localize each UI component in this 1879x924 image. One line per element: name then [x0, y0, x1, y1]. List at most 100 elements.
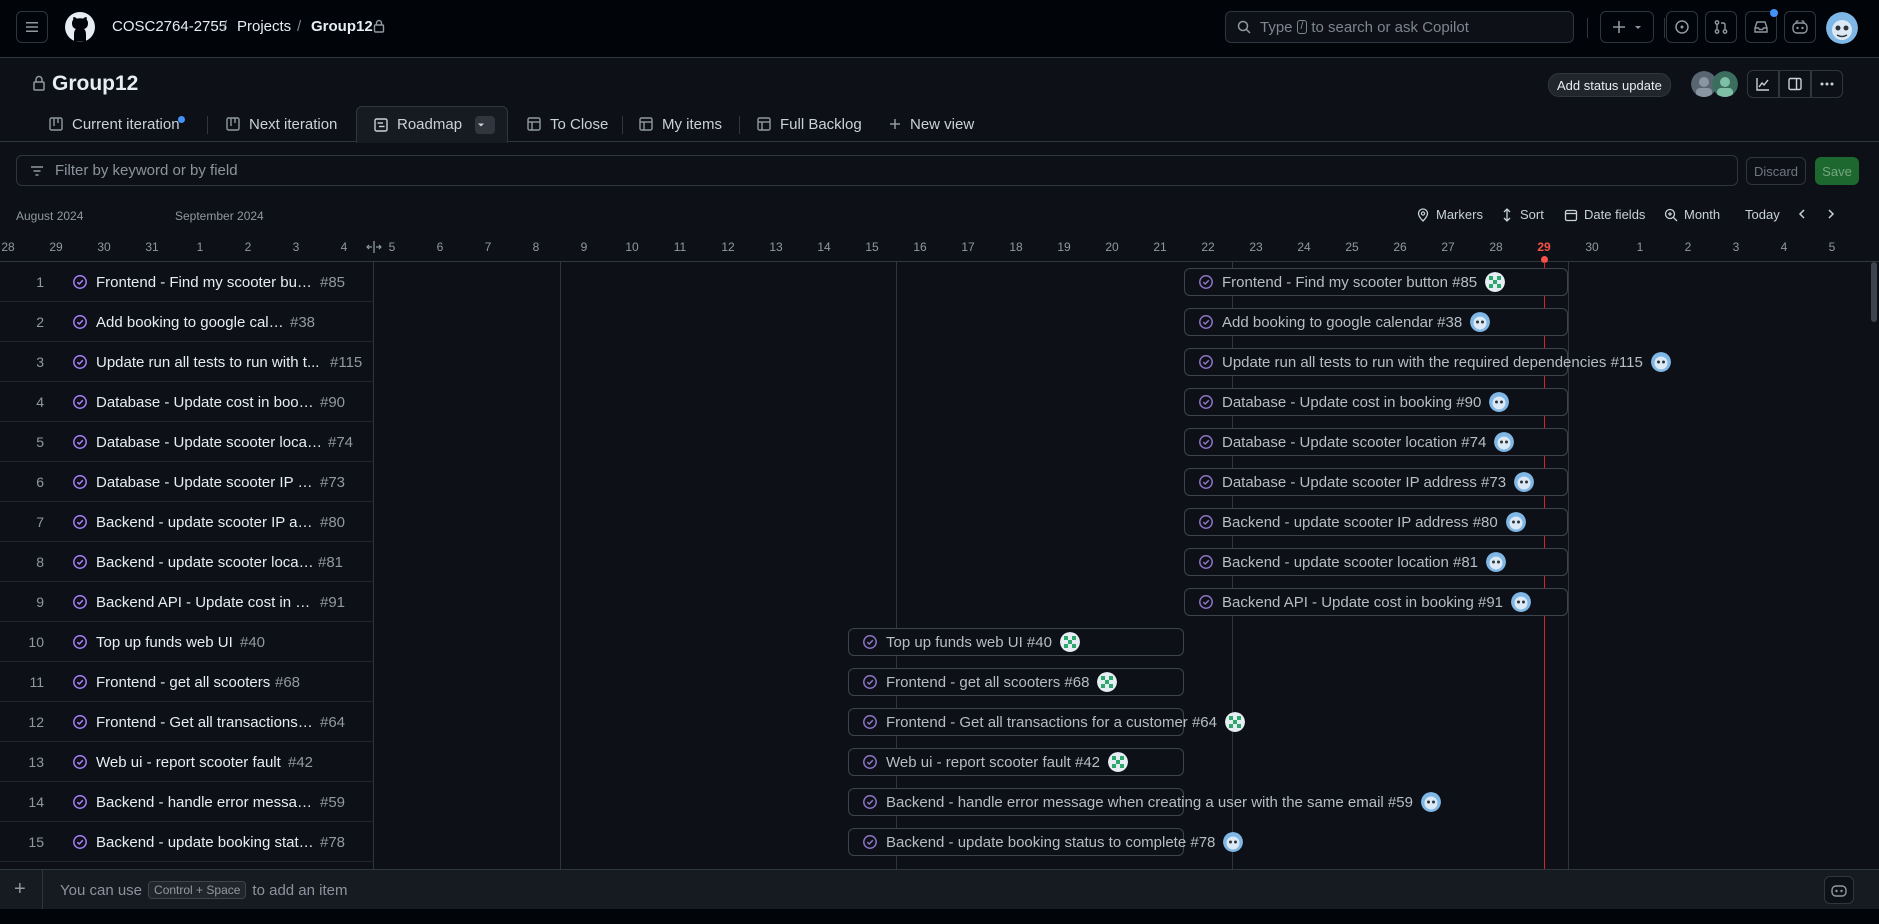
table-row[interactable]: 4 Database - Update cost in booking #90 — [0, 382, 374, 422]
issue-title-link[interactable]: Update run all tests to run with t... — [96, 354, 319, 371]
table-row[interactable]: 5 Database - Update scooter location #74 — [0, 422, 374, 462]
insights-button[interactable] — [1747, 70, 1779, 98]
roadmap-item-label[interactable]: Database - Update cost in booking #90 — [1198, 392, 1510, 412]
tab-current-iteration[interactable]: Current iteration — [48, 106, 185, 142]
table-row[interactable]: 12 Frontend - Get all transactions for...… — [0, 702, 374, 742]
breadcrumb-projects[interactable]: Projects — [237, 18, 291, 35]
assignee-avatar[interactable] — [1485, 272, 1506, 292]
assignee-avatar[interactable] — [1489, 392, 1510, 412]
assignee-avatar[interactable] — [1223, 832, 1244, 852]
table-row[interactable]: 11 Frontend - get all scooters #68 — [0, 662, 374, 702]
vertical-scrollbar[interactable] — [1871, 262, 1877, 322]
next-button[interactable] — [1824, 207, 1844, 221]
tab-full-backlog[interactable]: Full Backlog — [756, 106, 862, 142]
issues-button[interactable] — [1666, 11, 1698, 43]
new-view-button[interactable]: New view — [888, 106, 974, 142]
table-row[interactable]: 8 Backend - update scooter location #81 — [0, 542, 374, 582]
assignee-avatar[interactable] — [1486, 552, 1507, 572]
issue-title-link[interactable]: Backend - update booking status ... — [96, 834, 316, 851]
user-avatar[interactable] — [1826, 12, 1858, 44]
zoom-level-button[interactable]: Month — [1664, 207, 1720, 222]
table-row[interactable]: 1 Frontend - Find my scooter button #85 — [0, 262, 374, 302]
table-row[interactable]: 10 Top up funds web UI #40 — [0, 622, 374, 662]
roadmap-item-label[interactable]: Top up funds web UI #40 — [862, 632, 1080, 652]
discard-button[interactable]: Discard — [1746, 157, 1806, 185]
tab-my-items[interactable]: My items — [638, 106, 722, 142]
roadmap-item-label[interactable]: Frontend - Find my scooter button #85 — [1198, 272, 1506, 292]
assignee-avatar[interactable] — [1059, 632, 1080, 652]
tab-roadmap[interactable]: Roadmap — [356, 106, 508, 143]
pull-requests-button[interactable] — [1705, 11, 1737, 43]
add-item-bar[interactable]: + You can use Control + Space to add an … — [0, 869, 1879, 910]
assignee-avatar[interactable] — [1097, 672, 1118, 692]
tab-next-iteration[interactable]: Next iteration — [225, 106, 337, 142]
assignee-avatar[interactable] — [1420, 792, 1441, 812]
roadmap-item-label[interactable]: Frontend - get all scooters #68 — [862, 672, 1118, 692]
roadmap-item-label[interactable]: Database - Update scooter location #74 — [1198, 432, 1515, 452]
collaborator-avatar[interactable] — [1712, 71, 1738, 97]
roadmap-item-label[interactable]: Backend - handle error message when crea… — [862, 792, 1441, 812]
table-row[interactable]: 6 Database - Update scooter IP add... #73 — [0, 462, 374, 502]
roadmap-item-label[interactable]: Backend - update booking status to compl… — [862, 832, 1244, 852]
assignee-avatar[interactable] — [1505, 512, 1526, 532]
roadmap-item-label[interactable]: Database - Update scooter IP address #73 — [1198, 472, 1535, 492]
roadmap-item-label[interactable]: Backend - update scooter location #81 — [1198, 552, 1507, 572]
assignee-avatar[interactable] — [1470, 312, 1491, 332]
table-row[interactable]: 13 Web ui - report scooter fault #42 — [0, 742, 374, 782]
assignee-avatar[interactable] — [1108, 752, 1128, 772]
issue-title-link[interactable]: Top up funds web UI — [96, 634, 233, 651]
issue-title-link[interactable]: Frontend - get all scooters — [96, 674, 270, 691]
save-button[interactable]: Save — [1815, 157, 1859, 185]
issue-title-link[interactable]: Backend - handle error message ... — [96, 794, 316, 811]
roadmap-item-label[interactable]: Update run all tests to run with the req… — [1198, 352, 1671, 372]
sort-button[interactable]: Sort — [1500, 207, 1544, 222]
roadmap-item-label[interactable]: Web ui - report scooter fault #42 — [862, 752, 1128, 772]
table-row[interactable]: 7 Backend - update scooter IP addr... #80 — [0, 502, 374, 542]
roadmap-item-label[interactable]: Frontend - Get all transactions for a cu… — [862, 712, 1245, 732]
create-new-button[interactable] — [1600, 11, 1654, 43]
assignee-avatar[interactable] — [1494, 432, 1515, 452]
issue-title-link[interactable]: Backend - update scooter location — [96, 554, 314, 571]
markers-button[interactable]: Markers — [1416, 207, 1483, 222]
issue-title-link[interactable]: Frontend - Get all transactions for... — [96, 714, 316, 731]
issue-title-link[interactable]: Web ui - report scooter fault — [96, 754, 281, 771]
issue-title-link[interactable]: Backend API - Update cost in boo... — [96, 594, 316, 611]
assignee-avatar[interactable] — [1514, 472, 1535, 492]
roadmap-item-label[interactable]: Backend API - Update cost in booking #91 — [1198, 592, 1532, 612]
tab-options-button[interactable] — [475, 116, 495, 134]
add-item-plus-icon[interactable]: + — [14, 878, 26, 901]
table-row[interactable]: 3 Update run all tests to run with t... #1… — [0, 342, 374, 382]
table-row[interactable]: 2 Add booking to google calendar #38 — [0, 302, 374, 342]
github-logo[interactable] — [64, 11, 96, 43]
table-row[interactable]: 15 Backend - update booking status ... #78 — [0, 822, 374, 862]
issue-title-link[interactable]: Database - Update cost in booking — [96, 394, 316, 411]
column-resize-icon[interactable] — [366, 241, 382, 253]
filter-input[interactable]: Filter by keyword or by field — [16, 155, 1738, 186]
copilot-button[interactable] — [1784, 11, 1816, 43]
table-row[interactable]: 14 Backend - handle error message ... #59 — [0, 782, 374, 822]
roadmap-item-label[interactable]: Add booking to google calendar #38 — [1198, 312, 1491, 332]
previous-button[interactable] — [1795, 207, 1815, 221]
date-fields-button[interactable]: Date fields — [1564, 207, 1645, 222]
add-status-update-button[interactable]: Add status update — [1548, 73, 1671, 97]
issue-title-link[interactable]: Database - Update scooter IP add... — [96, 474, 316, 491]
issue-title-link[interactable]: Frontend - Find my scooter button — [96, 274, 316, 291]
menu-button[interactable] — [16, 11, 48, 43]
more-options-button[interactable] — [1811, 70, 1843, 98]
search-input[interactable]: Type / to search or ask Copilot — [1225, 11, 1574, 43]
copilot-chat-button[interactable] — [1824, 876, 1854, 904]
side-panel-button[interactable] — [1779, 70, 1811, 98]
table-row[interactable]: 9 Backend API - Update cost in boo... #91 — [0, 582, 374, 622]
tab-to-close[interactable]: To Close — [526, 106, 608, 142]
assignee-avatar[interactable] — [1650, 352, 1671, 372]
issue-title-link[interactable]: Add booking to google calendar — [96, 314, 286, 331]
issue-title-link[interactable]: Database - Update scooter location — [96, 434, 324, 451]
breadcrumb-project[interactable]: Group12 — [311, 18, 373, 35]
roadmap-item-label[interactable]: Backend - update scooter IP address #80 — [1198, 512, 1526, 532]
today-button[interactable]: Today — [1745, 207, 1780, 222]
issue-title-link[interactable]: Backend - update scooter IP addr... — [96, 514, 316, 531]
assignee-avatar[interactable] — [1225, 712, 1245, 732]
inbox-button[interactable] — [1745, 9, 1778, 43]
assignee-avatar[interactable] — [1511, 592, 1532, 612]
breadcrumb-org[interactable]: COSC2764-2755 — [112, 18, 227, 35]
